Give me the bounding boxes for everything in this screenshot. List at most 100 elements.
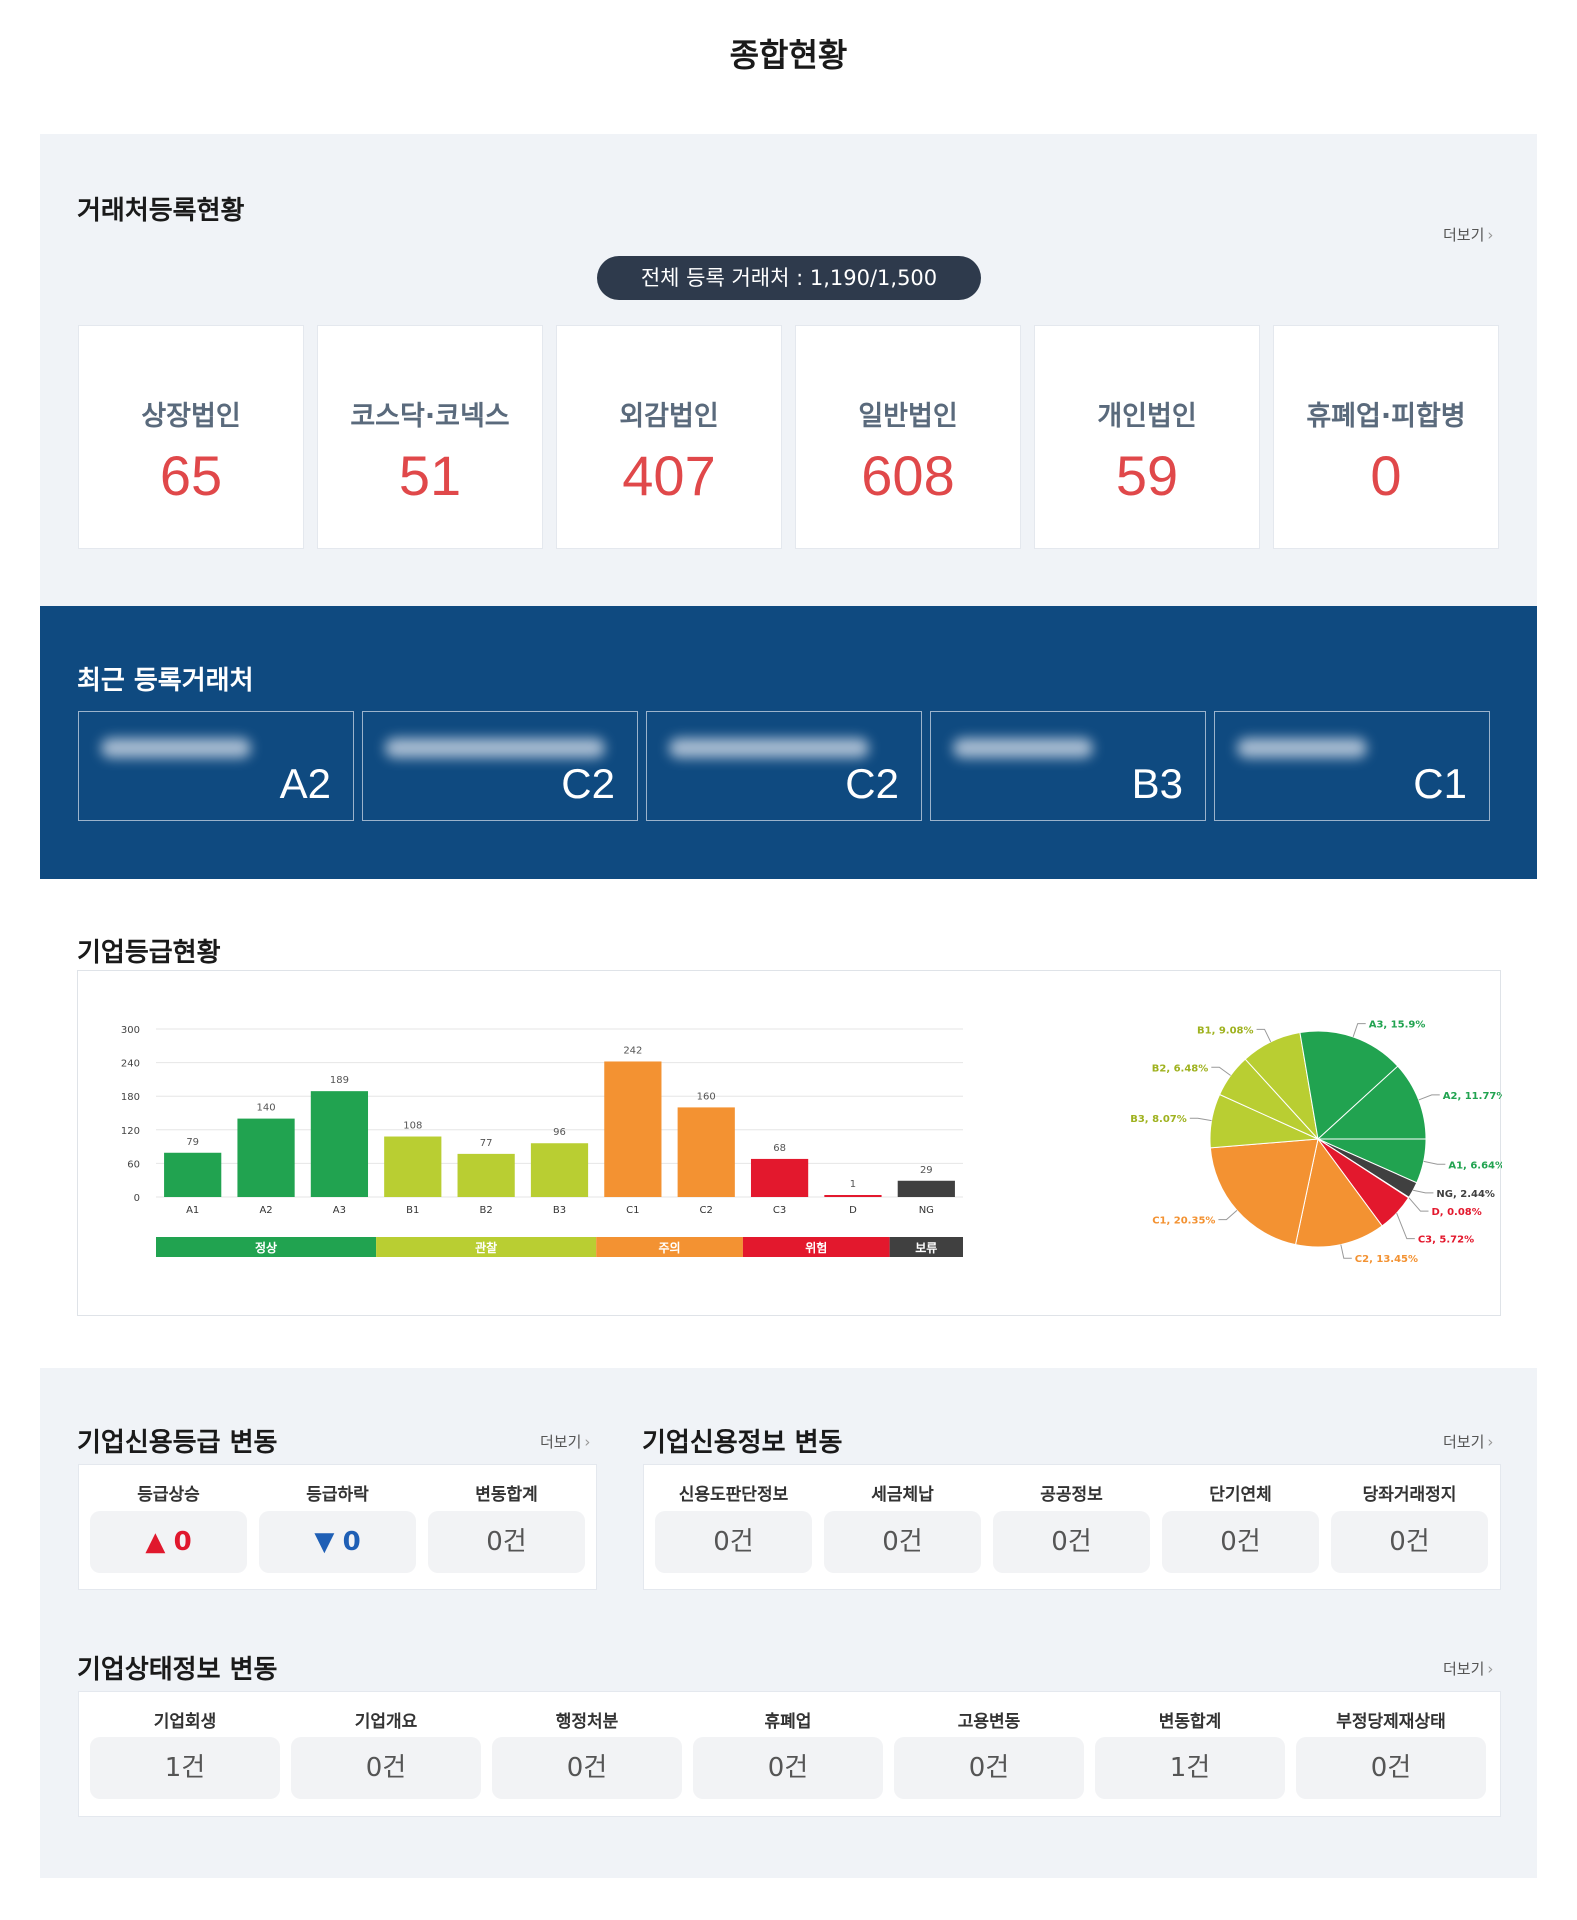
overview-count[interactable]: 0건: [291, 1737, 481, 1799]
recent-item[interactable]: C2: [362, 711, 638, 821]
stat-card-individual[interactable]: 개인법인 59: [1034, 325, 1260, 549]
cell-label: 변동합계: [1158, 1712, 1222, 1732]
stat-value: 608: [861, 444, 955, 507]
stat-card-general[interactable]: 일반법인 608: [795, 325, 1021, 549]
x-tick-label: C2: [700, 1205, 713, 1216]
recent-title: 최근 등록거래처: [77, 666, 254, 696]
bar-ng: [897, 1180, 955, 1197]
group-label: 보류: [915, 1241, 937, 1255]
data-label: 1: [850, 1179, 856, 1190]
bar-b2: [457, 1153, 515, 1197]
up-arrow-icon: ▲: [145, 1527, 166, 1557]
checking-suspension-count[interactable]: 0건: [1331, 1511, 1488, 1573]
grade-chart-panel: 0 60 120 180 240 300 79 A1 140 A2 189 A3 108 B1 77 B2 96…: [77, 970, 1502, 1316]
status-change-more-link[interactable]: 더보기 ›: [1443, 1658, 1493, 1679]
cell-label: 세금체납: [871, 1485, 934, 1505]
stat-label: 외감법인: [619, 401, 719, 432]
credit-info-more-link[interactable]: 더보기 ›: [1443, 1431, 1493, 1452]
data-label: 29: [920, 1165, 933, 1176]
recent-grade: C2: [845, 760, 899, 807]
cell-label: 당좌거래정지: [1362, 1485, 1457, 1505]
pie-leader-line: [1256, 1028, 1272, 1043]
bar-c1: [604, 1061, 662, 1197]
grade-down-count[interactable]: ▼ 0: [259, 1511, 416, 1573]
data-label: 68: [773, 1143, 786, 1154]
cell-label: 기업회생: [153, 1712, 217, 1732]
admin-action-count[interactable]: 0건: [492, 1737, 682, 1799]
x-tick-label: C3: [773, 1205, 786, 1216]
cell-label: 신용도판단정보: [678, 1485, 789, 1505]
pie-label: C1, 20.35%: [1152, 1216, 1215, 1227]
x-tick-label: B3: [553, 1205, 566, 1216]
pie-label: C3, 5.72%: [1418, 1235, 1474, 1246]
x-tick-label: A1: [186, 1205, 199, 1216]
pie-label: B2, 6.48%: [1152, 1063, 1209, 1074]
recent-item[interactable]: A2: [78, 711, 354, 821]
cell-label: 부정당제재상태: [1336, 1712, 1446, 1732]
credit-judgment-count[interactable]: 0건: [655, 1511, 812, 1573]
grade-up-count[interactable]: ▲ 0: [90, 1511, 247, 1573]
cell-label: 단기연체: [1209, 1485, 1272, 1505]
bar-c2: [677, 1107, 735, 1197]
x-tick-label: B1: [406, 1205, 419, 1216]
company-name-redacted: [669, 738, 869, 758]
chevron-right-icon: ›: [1487, 226, 1494, 244]
closure-count[interactable]: 0건: [693, 1737, 883, 1799]
status-change-total[interactable]: 1건: [1095, 1737, 1285, 1799]
group-label: 주의: [658, 1240, 680, 1255]
recent-item[interactable]: B3: [930, 711, 1206, 821]
y-tick-label: 300: [121, 1025, 140, 1036]
grade-change-total[interactable]: 0건: [428, 1511, 585, 1573]
grade-down-value: 0: [342, 1527, 361, 1557]
stat-card-audited[interactable]: 외감법인 407: [556, 325, 782, 549]
employment-change-count[interactable]: 0건: [894, 1737, 1084, 1799]
credit-grade-more-link[interactable]: 더보기 ›: [540, 1431, 590, 1452]
total-registered-badge: 전체 등록 거래처 : 1,190/1,500: [597, 256, 981, 300]
data-label: 79: [186, 1137, 199, 1148]
credit-grade-change-title: 기업신용등급 변동: [77, 1428, 278, 1458]
chevron-right-icon: ›: [1487, 1660, 1494, 1678]
data-label: 96: [553, 1127, 566, 1138]
bar-b1: [384, 1136, 442, 1197]
recent-grade: C2: [561, 760, 615, 807]
pie-leader-line: [1218, 1209, 1238, 1221]
cell-label: 등급하락: [306, 1485, 369, 1505]
recent-item[interactable]: C2: [646, 711, 922, 821]
chevron-right-icon: ›: [584, 1433, 591, 1451]
stat-card-listed[interactable]: 상장법인 65: [78, 325, 304, 549]
rehabilitation-count[interactable]: 1건: [90, 1737, 280, 1799]
recent-grade: A2: [279, 760, 331, 807]
bar-d: [824, 1195, 882, 1197]
public-info-count[interactable]: 0건: [993, 1511, 1150, 1573]
stat-card-closed[interactable]: 휴폐업·피합병 0: [1273, 325, 1499, 549]
stat-value: 59: [1115, 444, 1179, 507]
pie-leader-line: [1396, 1212, 1415, 1240]
more-label: 더보기: [1443, 1433, 1485, 1451]
bar-a3: [310, 1091, 369, 1197]
pie-leader-line: [1408, 1197, 1429, 1212]
pie-label: A2, 11.77%: [1443, 1091, 1502, 1102]
data-label: 140: [256, 1103, 275, 1114]
data-label: 160: [697, 1091, 716, 1102]
pie-label: C2, 13.45%: [1355, 1254, 1418, 1265]
tax-arrears-count[interactable]: 0건: [824, 1511, 981, 1573]
stat-label: 코스닥·코넥스: [350, 401, 510, 432]
stat-value: 51: [398, 444, 462, 507]
x-tick-label: D: [849, 1205, 857, 1216]
company-name-redacted: [1237, 738, 1367, 758]
pie-label: B1, 9.08%: [1197, 1025, 1254, 1036]
recent-item[interactable]: C1: [1214, 711, 1490, 821]
group-label: 위험: [805, 1240, 827, 1255]
cell-label: 기업개요: [354, 1712, 418, 1732]
bar-a2: [237, 1118, 295, 1197]
pie-leader-line: [1340, 1244, 1352, 1259]
short-delinquency-count[interactable]: 0건: [1162, 1511, 1319, 1573]
stat-card-kosdaq[interactable]: 코스닥·코넥스 51: [317, 325, 543, 549]
data-label: 242: [623, 1045, 642, 1056]
cell-label: 공공정보: [1040, 1485, 1103, 1505]
grade-bar-chart: 0 60 120 180 240 300 79 A1 140 A2 189 A3 108 B1 77 B2 96…: [121, 1025, 963, 1257]
more-label: 더보기: [1443, 1660, 1485, 1678]
registration-more-link[interactable]: 더보기 ›: [1443, 224, 1493, 245]
pie-label: A1, 6.64%: [1448, 1160, 1502, 1171]
sanction-status-count[interactable]: 0건: [1296, 1737, 1486, 1799]
